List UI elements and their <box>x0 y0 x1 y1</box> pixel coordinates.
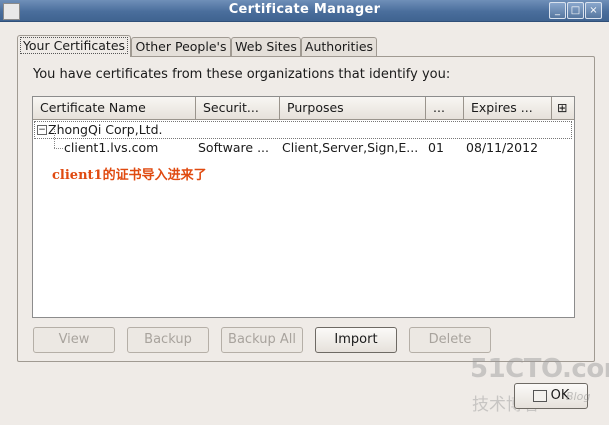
collapse-icon[interactable]: − <box>37 125 47 135</box>
import-button[interactable]: Import <box>315 327 397 353</box>
tab-your-certificates[interactable]: Your Certificates <box>17 35 131 57</box>
cell-purposes: Client,Server,Sign,E... <box>282 140 419 155</box>
column-security-device[interactable]: Securit... <box>196 97 280 119</box>
cell-expires: 08/11/2012 <box>466 140 539 155</box>
tab-web-sites[interactable]: Web Sites <box>231 37 301 56</box>
column-header: Certificate Name Securit... Purposes ...… <box>33 97 574 120</box>
column-purposes[interactable]: Purposes <box>280 97 426 119</box>
column-picker-icon: ⊞ <box>557 100 568 115</box>
column-serial[interactable]: ... <box>426 97 464 119</box>
backup-all-button[interactable]: Backup All <box>221 327 303 353</box>
table-row[interactable]: client1.lvs.com Software ... Client,Serv… <box>33 139 574 157</box>
cell-serial: 01 <box>428 140 444 155</box>
column-certificate-name[interactable]: Certificate Name <box>33 97 196 119</box>
view-button[interactable]: View <box>33 327 115 353</box>
tab-other-peoples[interactable]: Other People's <box>131 37 231 56</box>
watermark-blog: Blog <box>566 390 591 403</box>
backup-button[interactable]: Backup <box>127 327 209 353</box>
minimize-icon: _ <box>555 5 560 16</box>
annotation-text: client1的证书导入进来了 <box>52 168 207 183</box>
intro-text: You have certificates from these organiz… <box>33 67 451 82</box>
org-name: ZhongQi Corp,Ltd. <box>48 122 163 137</box>
title-bar: Certificate Manager _ □ × <box>0 0 609 22</box>
cell-security: Software ... <box>198 140 269 155</box>
column-expires[interactable]: Expires ... <box>464 97 552 119</box>
maximize-icon: □ <box>570 5 581 16</box>
delete-button[interactable]: Delete <box>409 327 491 353</box>
watermark-site: 51CTO.com <box>470 354 609 384</box>
cell-cert-name: client1.lvs.com <box>64 140 159 155</box>
certificate-tree[interactable]: Certificate Name Securit... Purposes ...… <box>32 96 575 318</box>
tab-authorities[interactable]: Authorities <box>301 37 377 56</box>
org-row[interactable]: − ZhongQi Corp,Ltd. <box>34 121 572 139</box>
close-icon: × <box>589 5 598 16</box>
minimize-button[interactable]: _ <box>549 2 566 19</box>
maximize-button[interactable]: □ <box>567 2 584 19</box>
close-button[interactable]: × <box>585 2 602 19</box>
column-picker-button[interactable]: ⊞ <box>552 97 574 119</box>
window-title: Certificate Manager <box>228 2 381 17</box>
ok-icon <box>532 389 547 402</box>
